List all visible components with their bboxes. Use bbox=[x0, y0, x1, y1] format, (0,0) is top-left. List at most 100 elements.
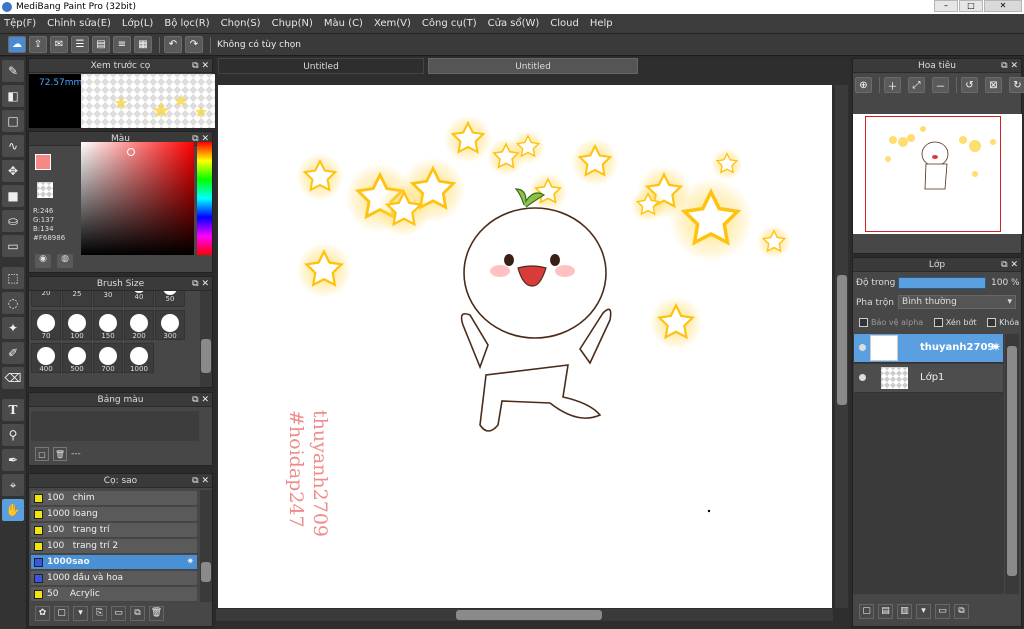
close-button[interactable]: ✕ bbox=[984, 0, 1022, 12]
grid-icon[interactable]: ▦ bbox=[134, 36, 152, 53]
redo-icon[interactable]: ↷ bbox=[185, 36, 203, 53]
cloud-icon[interactable]: ☁ bbox=[8, 36, 26, 53]
brush-size-scrollbar[interactable] bbox=[200, 291, 212, 387]
layer-row[interactable]: Lớp1 bbox=[854, 364, 1003, 393]
eyedropper-icon[interactable]: ⌖ bbox=[2, 474, 24, 496]
reset-rotation-icon[interactable]: ⊠ bbox=[985, 77, 1002, 93]
gear-icon[interactable]: ✷ bbox=[186, 555, 194, 570]
panel-controls[interactable]: ⧉ ✕ bbox=[192, 393, 209, 407]
panel-controls[interactable]: ⧉ ✕ bbox=[192, 474, 209, 488]
palette-selector[interactable]: --- bbox=[71, 449, 81, 459]
folder-icon[interactable]: ▭ bbox=[111, 605, 126, 621]
brush-add-icon[interactable]: ✿ bbox=[35, 605, 50, 621]
brush-tool-icon[interactable]: ✎ bbox=[2, 60, 24, 82]
brush-item[interactable]: 100 chim bbox=[31, 491, 197, 506]
bucket-tool-icon[interactable]: ⛀ bbox=[2, 210, 24, 232]
brush-item[interactable]: 100 trang trí 2 bbox=[31, 539, 197, 554]
document-icon[interactable]: ▤ bbox=[92, 36, 110, 53]
menu-edit[interactable]: Chỉnh sửa(E) bbox=[47, 18, 111, 29]
mix-icon[interactable]: ◍ bbox=[57, 254, 73, 268]
share-icon[interactable]: ⇪ bbox=[29, 36, 47, 53]
menu-window[interactable]: Cửa sổ(W) bbox=[488, 18, 540, 29]
zoom-fit-icon[interactable]: ⊕ bbox=[855, 77, 872, 93]
brush-size-cell[interactable]: 700 bbox=[93, 343, 123, 373]
navigator-thumbnail[interactable] bbox=[853, 114, 1022, 234]
zoom-out-icon[interactable]: － bbox=[932, 77, 949, 93]
magic-wand-icon[interactable]: ✦ bbox=[2, 317, 24, 339]
panel-controls[interactable]: ⧉ ✕ bbox=[192, 59, 209, 73]
tab-untitled-2[interactable]: Untitled bbox=[428, 58, 638, 74]
panel-controls[interactable]: ⧉ ✕ bbox=[1001, 258, 1018, 272]
new-layer-icon[interactable]: ▢ bbox=[859, 603, 874, 619]
brush-item[interactable]: 1000 dầu và hoa bbox=[31, 571, 197, 586]
saturation-value-picker[interactable] bbox=[81, 142, 194, 255]
chat-icon[interactable]: ☰ bbox=[71, 36, 89, 53]
list-icon[interactable]: ≡ bbox=[113, 36, 131, 53]
fill-shape-tool-icon[interactable]: ■ bbox=[2, 185, 24, 207]
pen-tool-icon[interactable]: ✒ bbox=[2, 449, 24, 471]
menu-file[interactable]: Tệp(F) bbox=[4, 18, 36, 29]
copy-brush-icon[interactable]: ⎘ bbox=[92, 605, 107, 621]
rotate-right-icon[interactable]: ↻ bbox=[1009, 77, 1024, 93]
eye-icon[interactable] bbox=[859, 374, 866, 381]
menu-tools[interactable]: Công cụ(T) bbox=[422, 18, 477, 29]
layer-menu-icon[interactable]: ▾ bbox=[916, 603, 931, 619]
rectangle-tool-icon[interactable]: □ bbox=[2, 110, 24, 132]
clipping-checkbox[interactable] bbox=[933, 318, 943, 327]
lock-checkbox[interactable] bbox=[987, 318, 997, 327]
brush-item[interactable]: 50 Acrylic bbox=[31, 587, 197, 602]
brush-size-cell[interactable]: 25 bbox=[62, 291, 92, 307]
panel-controls[interactable]: ⧉ ✕ bbox=[192, 277, 209, 291]
menu-help[interactable]: Help bbox=[590, 18, 613, 29]
gradient-tool-icon[interactable]: ▭ bbox=[2, 235, 24, 257]
new-palette-icon[interactable]: ▢ bbox=[35, 447, 49, 461]
divide-tool-icon[interactable]: ⚲ bbox=[2, 424, 24, 446]
brush-item[interactable]: 100 trang trí bbox=[31, 523, 197, 538]
opacity-slider[interactable] bbox=[898, 277, 986, 289]
tab-untitled-1[interactable]: Untitled bbox=[218, 58, 424, 74]
brush-item[interactable]: 1000 loang bbox=[31, 507, 197, 522]
new-brush-icon[interactable]: ▢ bbox=[54, 605, 69, 621]
new-raster-layer-icon[interactable]: ▥ bbox=[897, 603, 912, 619]
select-pen-icon[interactable]: ✐ bbox=[2, 342, 24, 364]
maximize-button[interactable]: □ bbox=[959, 0, 983, 12]
brush-size-cell[interactable]: 300 bbox=[155, 310, 185, 340]
brush-menu-icon[interactable]: ▾ bbox=[73, 605, 88, 621]
menu-view[interactable]: Xem(V) bbox=[374, 18, 411, 29]
menu-snap[interactable]: Chụp(N) bbox=[272, 18, 313, 29]
move-tool-icon[interactable]: ✥ bbox=[2, 160, 24, 182]
layer-scrollbar[interactable] bbox=[1005, 334, 1019, 594]
secondary-color-swatch[interactable] bbox=[37, 182, 53, 198]
blend-mode-select[interactable]: Bình thường ▾ bbox=[898, 295, 1016, 309]
rotate-left-icon[interactable]: ↺ bbox=[961, 77, 978, 93]
canvas-horizontal-scrollbar[interactable] bbox=[216, 609, 833, 621]
comment-icon[interactable]: ✉ bbox=[50, 36, 68, 53]
brush-list-scrollbar[interactable] bbox=[200, 490, 212, 602]
menu-layer[interactable]: Lớp(L) bbox=[122, 18, 153, 29]
hand-tool-icon[interactable]: ✋ bbox=[2, 499, 24, 521]
alpha-lock-checkbox[interactable] bbox=[859, 318, 868, 327]
fit-window-icon[interactable]: ⤢ bbox=[908, 77, 925, 93]
gear-icon[interactable]: ✷ bbox=[991, 340, 1001, 354]
brush-size-cell[interactable]: 400 bbox=[31, 343, 61, 373]
menu-filter[interactable]: Bộ lọc(R) bbox=[164, 18, 209, 29]
duplicate-icon[interactable]: ⧉ bbox=[130, 605, 145, 621]
new-halftone-layer-icon[interactable]: ▤ bbox=[878, 603, 893, 619]
layer-folder-icon[interactable]: ▭ bbox=[935, 603, 950, 619]
brush-size-cell[interactable]: 40 bbox=[124, 291, 154, 307]
curve-tool-icon[interactable]: ∿ bbox=[2, 135, 24, 157]
undo-icon[interactable]: ↶ bbox=[164, 36, 182, 53]
panel-controls[interactable]: ⧉ ✕ bbox=[1001, 59, 1018, 73]
eye-icon[interactable] bbox=[859, 344, 866, 351]
text-tool-icon[interactable]: T bbox=[2, 399, 24, 421]
palette-area[interactable] bbox=[31, 411, 199, 441]
delete-brush-icon[interactable]: 🗑 bbox=[149, 605, 164, 621]
select-eraser-icon[interactable]: ⌫ bbox=[2, 367, 24, 389]
brush-size-cell[interactable]: 100 bbox=[62, 310, 92, 340]
primary-color-swatch[interactable] bbox=[35, 154, 51, 170]
brush-size-cell[interactable]: 500 bbox=[62, 343, 92, 373]
brush-size-cell[interactable]: 200 bbox=[124, 310, 154, 340]
menu-cloud[interactable]: Cloud bbox=[550, 18, 579, 29]
brush-size-cell[interactable]: 1000 bbox=[124, 343, 154, 373]
palette-icon[interactable]: ◉ bbox=[35, 254, 51, 268]
